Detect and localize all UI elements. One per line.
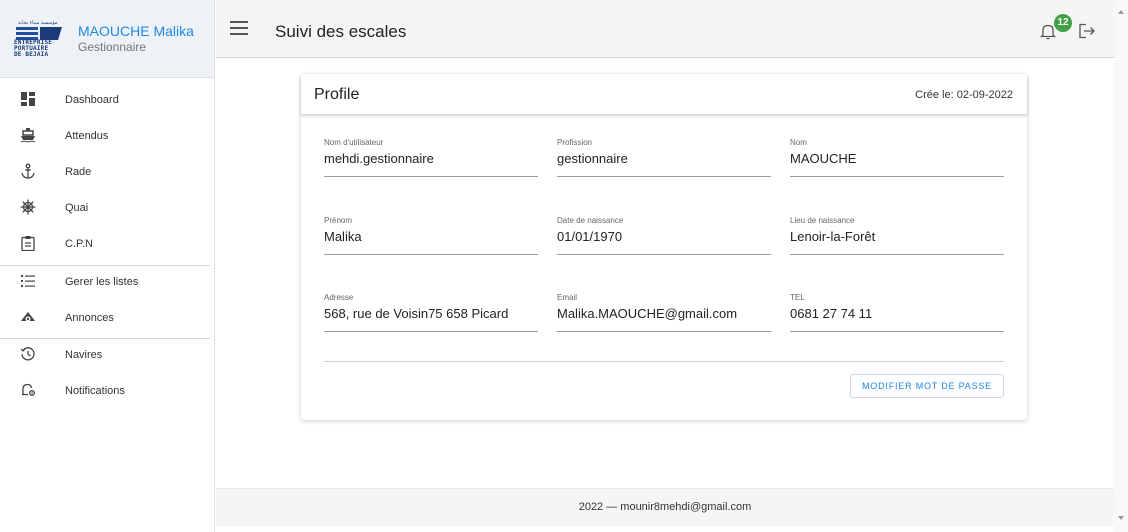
- created-date: Crée le: 02-09-2022: [915, 89, 1013, 101]
- profile-title: Profile: [314, 86, 360, 103]
- user-role: Gestionnaire: [78, 39, 147, 54]
- field-label: Lieu de naissance: [790, 216, 855, 225]
- nav-item-gerer-listes[interactable]: Gerer les listes: [0, 264, 214, 300]
- nav-item-attendus[interactable]: Attendus: [0, 118, 214, 154]
- field-label: Date de naissance: [557, 216, 624, 225]
- nav-item-dashboard[interactable]: Dashboard: [0, 82, 214, 118]
- nav-item-navires[interactable]: Navires: [0, 337, 214, 373]
- field-label: Adresse: [324, 293, 354, 302]
- scroll-down-icon[interactable]: [1118, 516, 1124, 520]
- hamburger-menu-icon[interactable]: [230, 21, 248, 35]
- ship-icon: [18, 127, 38, 145]
- nav-label: Annonces: [65, 312, 114, 324]
- field-value: Malika: [324, 229, 362, 244]
- footer: 2022 — mounir8mehdi@gmail.com: [216, 488, 1114, 526]
- nav-item-notifications[interactable]: Notifications: [0, 373, 214, 409]
- logo-mark-icon: [16, 26, 62, 40]
- user-info: MAOUCHE Malika Gestionnaire: [78, 23, 194, 55]
- first-name-field[interactable]: Prénom Malika: [324, 216, 538, 255]
- helm-icon: [18, 199, 38, 217]
- sidebar: مؤسسة ميناء بجاية ENTREPRISE PORTUAIRE D…: [0, 0, 215, 532]
- nav-label: Notifications: [65, 385, 125, 397]
- scroll-up-icon[interactable]: [1118, 10, 1124, 14]
- birth-place-field[interactable]: Lieu de naissance Lenoir-la-Forêt: [790, 216, 1004, 255]
- email-field[interactable]: Email Malika.MAOUCHE@gmail.com: [557, 293, 771, 332]
- user-name: MAOUCHE Malika: [78, 22, 194, 39]
- change-password-button[interactable]: MODIFIER MOT DE PASSE: [850, 374, 1004, 398]
- field-value: 0681 27 74 11: [790, 306, 873, 321]
- nav-label: Gerer les listes: [65, 276, 139, 288]
- field-value: 568, rue de Voisin75 658 Picard: [324, 306, 509, 321]
- nav-item-cpn[interactable]: C.P.N: [0, 226, 214, 262]
- profession-field[interactable]: Profission gestionnaire: [557, 138, 771, 177]
- field-label: Prénom: [324, 216, 353, 225]
- field-label: Email: [557, 293, 578, 302]
- field-value: gestionnaire: [557, 151, 628, 166]
- nav-label: C.P.N: [65, 238, 93, 250]
- clipboard-icon: [18, 235, 38, 253]
- main-content: Profile Crée le: 02-09-2022 Nom d'utilis…: [216, 58, 1114, 488]
- field-label: Nom d'utilisateur: [324, 138, 384, 147]
- anchor-icon: [18, 163, 38, 181]
- nav-label: Rade: [65, 166, 92, 178]
- company-logo: مؤسسة ميناء بجاية ENTREPRISE PORTUAIRE D…: [14, 10, 72, 68]
- field-value: Lenoir-la-Forêt: [790, 229, 876, 244]
- field-label: Nom: [790, 138, 807, 147]
- top-bar: Suivi des escales 12: [216, 0, 1114, 58]
- field-value: 01/01/1970: [557, 229, 623, 244]
- nav-item-quai[interactable]: Quai: [0, 190, 214, 226]
- logo-line-3: DE BEJAIA: [14, 50, 49, 58]
- page-title: Suivi des escales: [275, 22, 407, 41]
- nav-label: Quai: [65, 202, 89, 214]
- notification-badge: 12: [1054, 14, 1072, 32]
- profile-card-header: Profile Crée le: 02-09-2022: [301, 74, 1027, 114]
- dashboard-icon: [18, 91, 38, 109]
- nav-label: Attendus: [65, 130, 109, 142]
- birth-date-field[interactable]: Date de naissance 01/01/1970: [557, 216, 771, 255]
- announcement-icon: [18, 309, 38, 327]
- field-label: TEL: [790, 293, 805, 302]
- history-icon: [18, 346, 38, 364]
- address-field[interactable]: Adresse 568, rue de Voisin75 658 Picard: [324, 293, 538, 332]
- nav-label: Dashboard: [65, 94, 119, 106]
- card-divider: [324, 361, 1004, 362]
- bell-settings-icon: [18, 382, 38, 400]
- nav-item-annonces[interactable]: Annonces: [0, 300, 214, 336]
- page-scrollbar[interactable]: [1114, 0, 1128, 532]
- username-field[interactable]: Nom d'utilisateur mehdi.gestionnaire: [324, 138, 538, 177]
- nav-label: Navires: [65, 349, 103, 361]
- logout-icon[interactable]: [1078, 23, 1096, 39]
- field-value: MAOUCHE: [790, 151, 857, 166]
- user-block: مؤسسة ميناء بجاية ENTREPRISE PORTUAIRE D…: [0, 0, 214, 78]
- field-label: Profission: [557, 138, 593, 147]
- list-icon: [18, 273, 38, 291]
- last-name-field[interactable]: Nom MAOUCHE: [790, 138, 1004, 177]
- nav-item-rade[interactable]: Rade: [0, 154, 214, 190]
- phone-field[interactable]: TEL 0681 27 74 11: [790, 293, 1004, 332]
- profile-card: Profile Crée le: 02-09-2022 Nom d'utilis…: [301, 74, 1027, 420]
- field-value: mehdi.gestionnaire: [324, 151, 434, 166]
- field-value: Malika.MAOUCHE@gmail.com: [557, 306, 738, 321]
